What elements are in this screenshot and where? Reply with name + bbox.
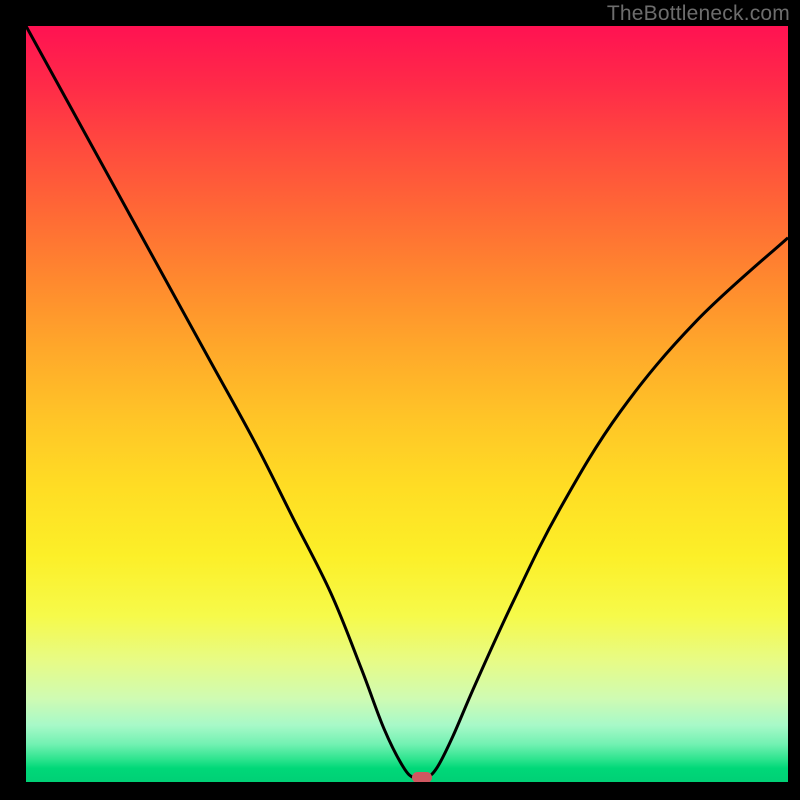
minimum-marker — [412, 772, 432, 782]
plot-area — [26, 26, 788, 782]
curve-path — [26, 26, 788, 780]
bottleneck-curve — [26, 26, 788, 782]
chart-frame: TheBottleneck.com — [0, 0, 800, 800]
watermark-text: TheBottleneck.com — [607, 2, 790, 26]
